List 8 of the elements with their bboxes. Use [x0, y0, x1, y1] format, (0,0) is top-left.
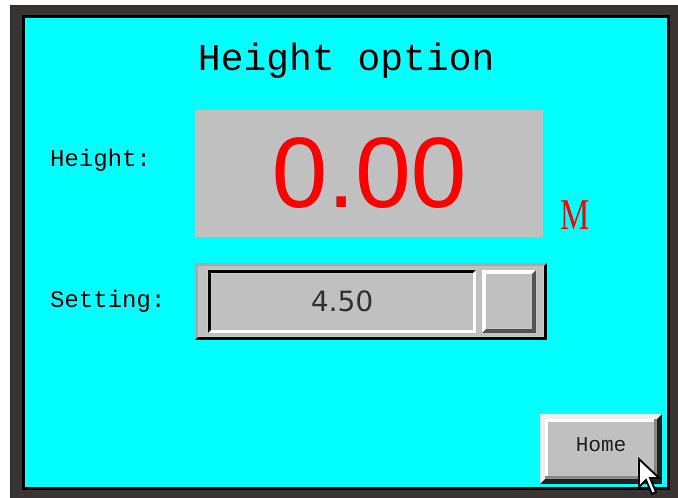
adjust-button[interactable]	[482, 270, 536, 333]
setting-label: Setting:	[49, 286, 166, 316]
screen-title: Height option	[196, 38, 496, 84]
height-readout: 0.00	[195, 110, 543, 237]
setting-field[interactable]: 4.50	[208, 270, 476, 333]
height-label: Height:	[49, 146, 152, 176]
unit-label: M	[560, 193, 590, 237]
home-button[interactable]: Home	[540, 414, 662, 484]
